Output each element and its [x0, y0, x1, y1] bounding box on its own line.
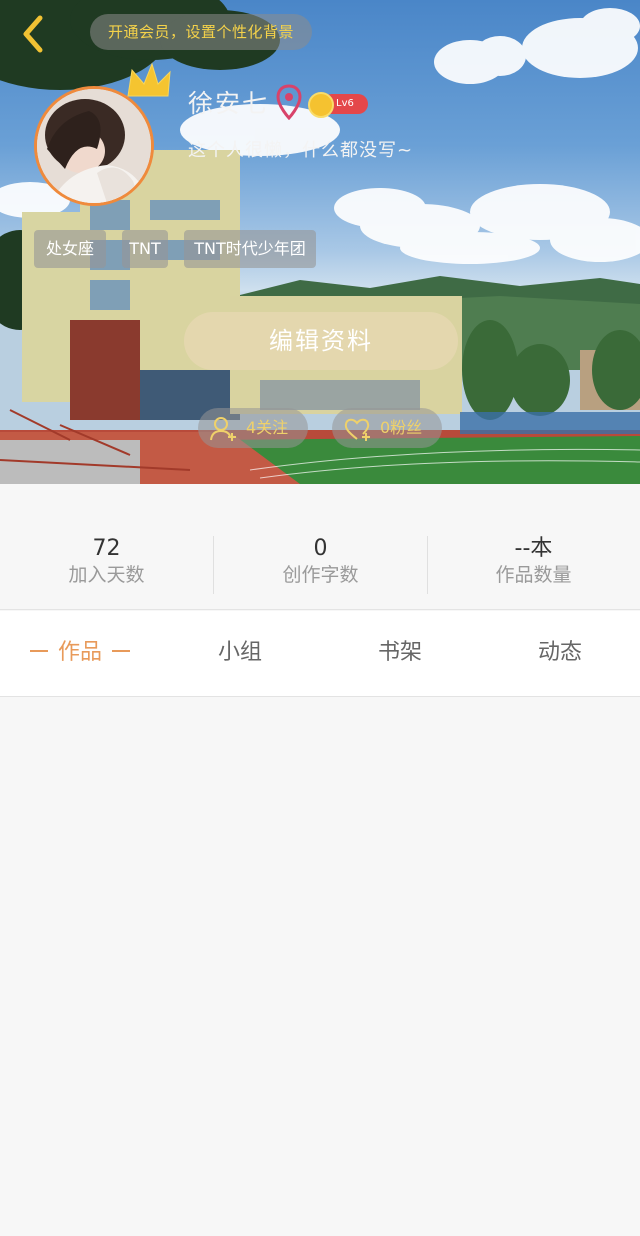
- tab-works[interactable]: 作品: [0, 611, 160, 697]
- tag-0[interactable]: 处女座: [34, 230, 106, 268]
- edit-profile-button[interactable]: 编辑资料: [184, 312, 458, 370]
- stat-label: 作品数量: [495, 564, 572, 586]
- tag-2[interactable]: TNT时代少年团: [184, 230, 316, 268]
- stat-value: 72: [92, 536, 121, 561]
- username: 徐安七: [188, 89, 270, 118]
- stat-label: 加入天数: [68, 564, 145, 586]
- heart-add-icon: [344, 418, 370, 441]
- profile-tabs: 作品 小组 书架 动态: [0, 611, 640, 697]
- followers-count: 0粉丝: [380, 418, 423, 437]
- followers-button[interactable]: 0粉丝: [332, 408, 442, 448]
- profile-stats: 72 加入天数 0 创作字数 --本 作品数量: [0, 484, 640, 610]
- tab-activity[interactable]: 动态: [480, 611, 640, 697]
- tab-label: 书架: [377, 640, 422, 665]
- level-badge: Lv6: [308, 92, 370, 118]
- tab-content-area: [0, 698, 640, 1236]
- stat-word-count: 0 创作字数: [214, 536, 427, 590]
- profile-header: 开通会员，设置个性化背景 徐安七 Lv6 这个人很懒，什么都没写~ 处女座 TN…: [0, 0, 640, 484]
- stat-value: 0: [313, 536, 328, 561]
- user-add-icon: [210, 417, 236, 441]
- following-button[interactable]: 4关注: [198, 408, 308, 448]
- avatar-image: [37, 89, 151, 203]
- crown-icon: [127, 62, 171, 97]
- tab-bookshelf[interactable]: 书架: [320, 611, 480, 697]
- tab-indicator: [112, 650, 130, 652]
- following-count: 4关注: [246, 418, 289, 437]
- level-coin-icon: [308, 92, 334, 118]
- back-arrow-icon[interactable]: [14, 12, 54, 56]
- tab-label: 小组: [217, 640, 262, 665]
- stat-label: 创作字数: [282, 564, 359, 586]
- profile-bio: 这个人很懒，什么都没写~: [188, 140, 414, 161]
- tab-groups[interactable]: 小组: [160, 611, 320, 697]
- stat-value: --本: [514, 536, 553, 561]
- avatar[interactable]: [34, 86, 154, 206]
- tab-label: 动态: [537, 640, 582, 665]
- stat-works-count: --本 作品数量: [427, 536, 640, 590]
- location-pin-icon: [276, 84, 302, 120]
- tag-1[interactable]: TNT: [122, 230, 168, 268]
- tab-label: 作品: [57, 640, 102, 665]
- tab-indicator: [29, 650, 48, 652]
- vip-background-banner[interactable]: 开通会员，设置个性化背景: [90, 14, 312, 50]
- stat-join-days: 72 加入天数: [0, 536, 213, 590]
